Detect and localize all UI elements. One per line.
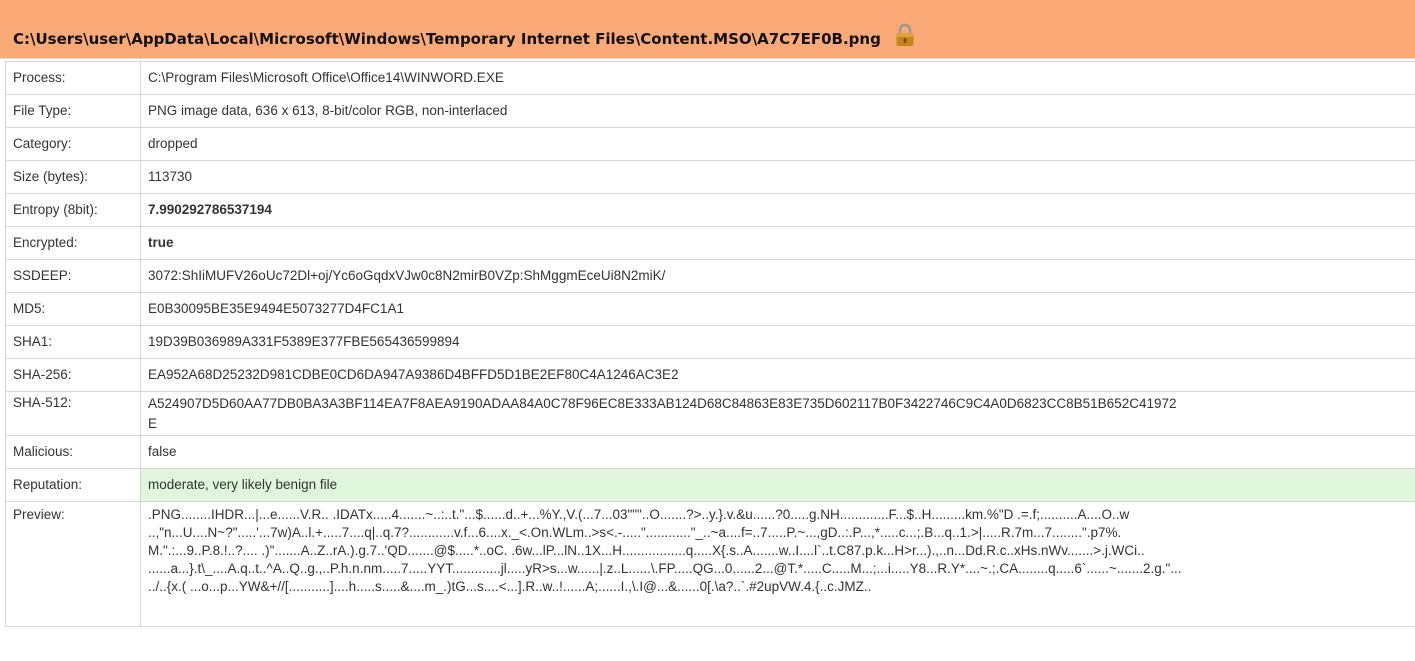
property-label: Preview: [5, 501, 141, 627]
file-path-title: C:\Users\user\AppData\Local\Microsoft\Wi… [13, 30, 881, 48]
category-value: dropped [140, 127, 1415, 161]
sha512-line: E [148, 416, 158, 431]
property-label: Malicious: [5, 435, 141, 469]
sha512-value: A524907D5D60AA77DB0BA3A3BF114EA7F8AEA919… [140, 391, 1415, 436]
property-label: Process: [5, 61, 141, 95]
preview-line: ......a...}.t\_....A.q..t..^A..Q..g.,..P… [148, 561, 1182, 576]
property-label: Entropy (8bit): [5, 193, 141, 227]
property-label: Encrypted: [5, 226, 141, 260]
property-label: SHA-512: [5, 391, 141, 436]
file-properties-table: Process: C:\Program Files\Microsoft Offi… [5, 61, 1415, 627]
property-label: Reputation: [5, 468, 141, 502]
lock-icon [895, 23, 915, 47]
property-label: SHA-256: [5, 358, 141, 392]
property-label: SSDEEP: [5, 259, 141, 293]
property-label: Size (bytes): [5, 160, 141, 194]
table-row: Category: dropped [5, 127, 1415, 161]
ssdeep-value: 3072:ShIiMUFV26oUc72Dl+oj/Yc6oGqdxVJw0c8… [140, 259, 1415, 293]
size-value: 113730 [140, 160, 1415, 194]
table-row: SHA-512: A524907D5D60AA77DB0BA3A3BF114EA… [5, 391, 1415, 436]
sha256-value: EA952A68D25232D981CDBE0CD6DA947A9386D4BF… [140, 358, 1415, 392]
table-row: Entropy (8bit): 7.990292786537194 [5, 193, 1415, 227]
preview-value: .PNG........IHDR...|...e......V.R.. .IDA… [140, 501, 1415, 627]
preview-line: ../..{x.( ...o...p...YW&+//[...........]… [148, 579, 872, 594]
md5-value: E0B30095BE35E9494E5073277D4FC1A1 [140, 292, 1415, 326]
property-label: File Type: [5, 94, 141, 128]
encrypted-value: true [140, 226, 1415, 260]
sha512-line: A524907D5D60AA77DB0BA3A3BF114EA7F8AEA919… [148, 396, 1177, 411]
table-row: Preview: .PNG........IHDR...|...e......V… [5, 501, 1415, 627]
property-label: SHA1: [5, 325, 141, 359]
process-value: C:\Program Files\Microsoft Office\Office… [140, 61, 1415, 95]
property-label: Category: [5, 127, 141, 161]
table-row: SHA1: 19D39B036989A331F5389E377FBE565436… [5, 325, 1415, 359]
table-row: File Type: PNG image data, 636 x 613, 8-… [5, 94, 1415, 128]
file-header-bar: C:\Users\user\AppData\Local\Microsoft\Wi… [0, 0, 1415, 59]
table-row: Process: C:\Program Files\Microsoft Offi… [5, 61, 1415, 95]
sha1-value: 19D39B036989A331F5389E377FBE565436599894 [140, 325, 1415, 359]
table-row: Malicious: false [5, 435, 1415, 469]
entropy-value: 7.990292786537194 [140, 193, 1415, 227]
table-row: SHA-256: EA952A68D25232D981CDBE0CD6DA947… [5, 358, 1415, 392]
preview-line: ..,"n...U....N~?".....'...7w)A..l.+.....… [148, 525, 1122, 540]
preview-line: .PNG........IHDR...|...e......V.R.. .IDA… [148, 507, 1130, 522]
reputation-value: moderate, very likely benign file [140, 468, 1415, 502]
preview-line: M.".:...9..P.8.!..?.... .)".......A..Z..… [148, 543, 1145, 558]
table-row: Size (bytes): 113730 [5, 160, 1415, 194]
table-row: Reputation: moderate, very likely benign… [5, 468, 1415, 502]
table-row: Encrypted: true [5, 226, 1415, 260]
table-row: MD5: E0B30095BE35E9494E5073277D4FC1A1 [5, 292, 1415, 326]
file-type-value: PNG image data, 636 x 613, 8-bit/color R… [140, 94, 1415, 128]
file-details-panel: C:\Users\user\AppData\Local\Microsoft\Wi… [0, 0, 1415, 661]
malicious-value: false [140, 435, 1415, 469]
table-row: SSDEEP: 3072:ShIiMUFV26oUc72Dl+oj/Yc6oGq… [5, 259, 1415, 293]
property-label: MD5: [5, 292, 141, 326]
